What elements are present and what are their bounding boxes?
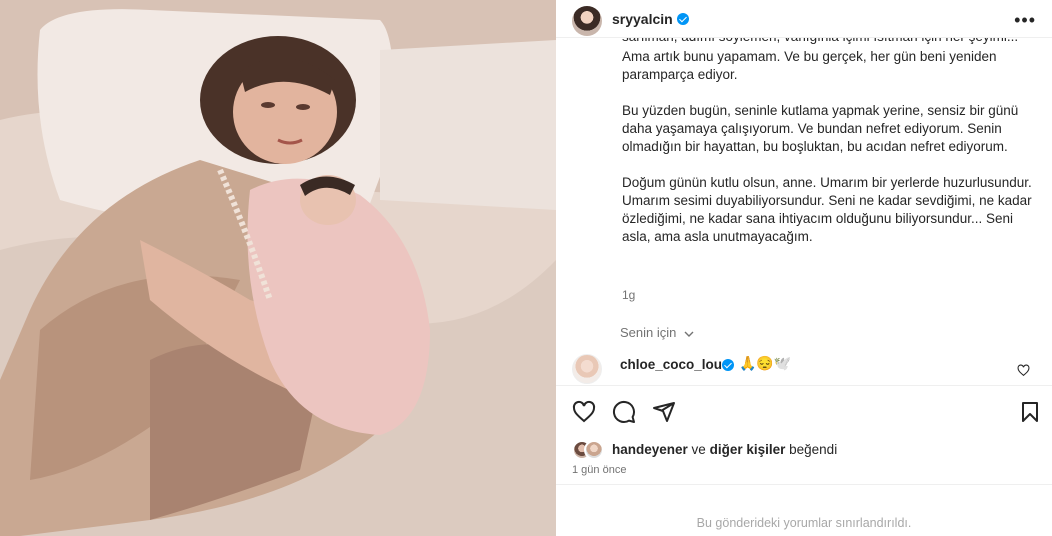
likes-liked: beğendi: [789, 442, 838, 457]
post-header: sryyalcin •••: [556, 0, 1052, 38]
photo-illustration: [0, 0, 556, 536]
likes-others-link[interactable]: diğer kişiler: [710, 442, 786, 457]
for-you-toggle[interactable]: Senin için: [620, 325, 695, 340]
caption-paragraph-3: Doğum günün kutlu olsun, anne. Umarım bi…: [622, 175, 1032, 244]
post-photo[interactable]: [0, 0, 556, 536]
likes-text: handeyener ve diğer kişiler beğendi: [612, 442, 837, 457]
like-heart-icon[interactable]: [572, 400, 596, 424]
post-actions-bar: [556, 385, 1052, 433]
post-caption: sarılman, adımı söylemen, varlığınla içi…: [622, 30, 1032, 264]
comments-restricted-notice: Bu gönderideki yorumlar sınırlandırıldı.: [696, 516, 912, 530]
save-bookmark-icon[interactable]: [1018, 400, 1042, 424]
chevron-down-icon: [684, 331, 694, 337]
comment-avatar[interactable]: [572, 354, 602, 384]
likes-and: ve: [691, 442, 706, 457]
likes-username[interactable]: handeyener: [612, 442, 688, 457]
liker-avatar[interactable]: [584, 440, 604, 460]
comment-username[interactable]: chloe_coco_lou: [620, 357, 722, 372]
post-date[interactable]: 1 gün önce: [572, 464, 626, 476]
caption-paragraph-2: Bu yüzden bugün, seninle kutlama yapmak …: [622, 103, 1019, 154]
comment-text: 🙏😔🕊️: [739, 355, 792, 371]
verified-badge-icon: [677, 13, 689, 25]
author-avatar[interactable]: [572, 6, 602, 36]
post-side-panel: sryyalcin ••• sarılman, adımı söylemen, …: [556, 0, 1052, 536]
comment-item: chloe_coco_lou 🙏😔🕊️: [572, 354, 1036, 384]
caption-timestamp[interactable]: 1g: [622, 288, 635, 302]
comments-footer: Bu gönderideki yorumlar sınırlandırıldı.: [556, 484, 1052, 536]
author-username[interactable]: sryyalcin: [612, 11, 673, 27]
verified-badge-icon: [722, 359, 734, 371]
caption-paragraph-1: Ama artık bunu yapamam. Ve bu gerçek, he…: [622, 49, 997, 82]
comment-icon[interactable]: [612, 400, 636, 424]
for-you-label: Senin için: [620, 325, 677, 340]
comment-like-icon[interactable]: [1017, 364, 1030, 377]
more-horizontal-icon[interactable]: •••: [1014, 10, 1036, 31]
share-send-icon[interactable]: [652, 400, 676, 424]
